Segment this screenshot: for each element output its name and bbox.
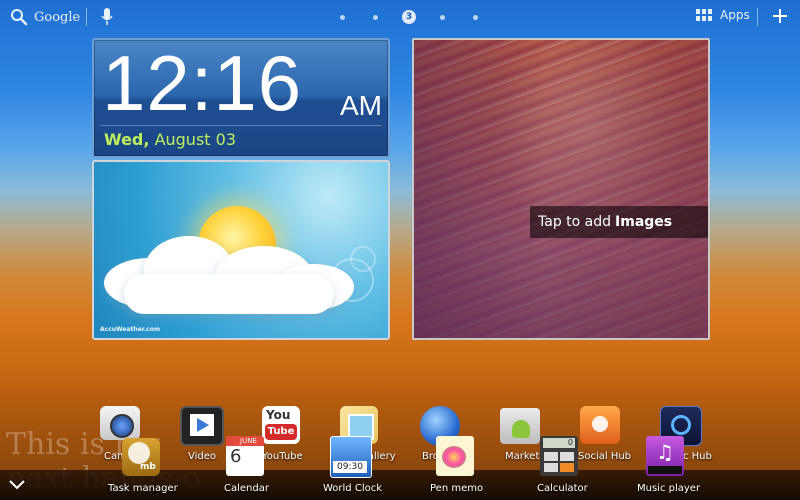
apps-grid-icon	[696, 9, 712, 21]
app-label-calendar[interactable]: Calendar	[224, 483, 269, 494]
calculator-display: 0	[543, 438, 575, 448]
clock-time: 12:16	[102, 39, 303, 127]
status-top-bar: Google 3 Apps	[0, 0, 800, 36]
weather-provider: AccuWeather.com	[100, 326, 161, 333]
clock-widget[interactable]: 12:16 AM Wed, August 03	[92, 38, 390, 158]
divider	[86, 8, 87, 26]
social-hub-icon[interactable]	[580, 406, 620, 444]
camera-icon[interactable]	[100, 406, 140, 440]
clock-weekday: Wed,	[104, 130, 150, 149]
photo-frame-widget[interactable]: Tap to add Images	[412, 38, 710, 340]
app-label-task-manager[interactable]: Task manager	[108, 483, 178, 494]
market-icon[interactable]	[500, 408, 540, 444]
apps-label: Apps	[720, 8, 750, 22]
app-label-market[interactable]: Market	[505, 451, 539, 462]
clock-date-text: August 03	[154, 130, 236, 149]
page-dot-current[interactable]: 3	[402, 10, 416, 24]
clock-date: Wed, August 03	[104, 130, 236, 149]
app-label-video[interactable]: Video	[188, 451, 216, 462]
video-icon[interactable]	[180, 406, 224, 446]
page-indicator[interactable]: 3	[326, 10, 492, 24]
calculator-icon[interactable]: 0	[540, 436, 578, 476]
world-clock-icon[interactable]: 09:30	[330, 436, 372, 478]
page-dot-5[interactable]	[473, 14, 478, 20]
task-manager-icon[interactable]: mb	[122, 438, 160, 476]
page-dot-2[interactable]	[373, 14, 378, 20]
calendar-icon[interactable]: JUNE 6	[226, 436, 264, 476]
youtube-icon[interactable]: You Tube	[262, 406, 300, 444]
app-label-social-hub[interactable]: Social Hub	[578, 451, 631, 462]
app-label-pen-memo[interactable]: Pen memo	[430, 483, 483, 494]
tap-to-add-images[interactable]: Tap to add Images	[530, 206, 708, 238]
world-clock-time: 09:30	[333, 461, 367, 473]
app-label-world-clock[interactable]: World Clock	[323, 483, 382, 494]
page-dot-4[interactable]	[440, 14, 445, 20]
music-player-icon[interactable]: ♫	[646, 436, 684, 476]
page-dot-1[interactable]	[340, 14, 345, 20]
divider	[757, 8, 758, 26]
google-search-widget[interactable]: Google	[10, 8, 80, 26]
app-label-music-player[interactable]: Music player	[637, 483, 700, 494]
microphone-icon[interactable]	[100, 7, 114, 27]
apps-button[interactable]: Apps	[696, 8, 750, 22]
search-icon	[11, 9, 28, 26]
tap-prompt: Tap to add	[538, 214, 612, 230]
calendar-month: JUNE	[240, 437, 257, 445]
tap-prompt-bold: Images	[615, 214, 673, 230]
google-label: Google	[34, 9, 81, 25]
app-label-youtube[interactable]: YouTube	[262, 451, 303, 462]
weather-widget[interactable]: AccuWeather.com	[92, 160, 390, 340]
photo-image	[414, 40, 708, 338]
app-label-calculator[interactable]: Calculator	[537, 483, 588, 494]
add-icon[interactable]	[770, 6, 790, 26]
calendar-day: 6	[230, 446, 242, 467]
clock-divider	[100, 125, 382, 126]
clock-ampm: AM	[340, 90, 382, 121]
task-manager-badge: mb	[140, 462, 156, 472]
pen-memo-icon[interactable]	[436, 436, 474, 476]
chevron-down-icon[interactable]	[8, 478, 26, 490]
